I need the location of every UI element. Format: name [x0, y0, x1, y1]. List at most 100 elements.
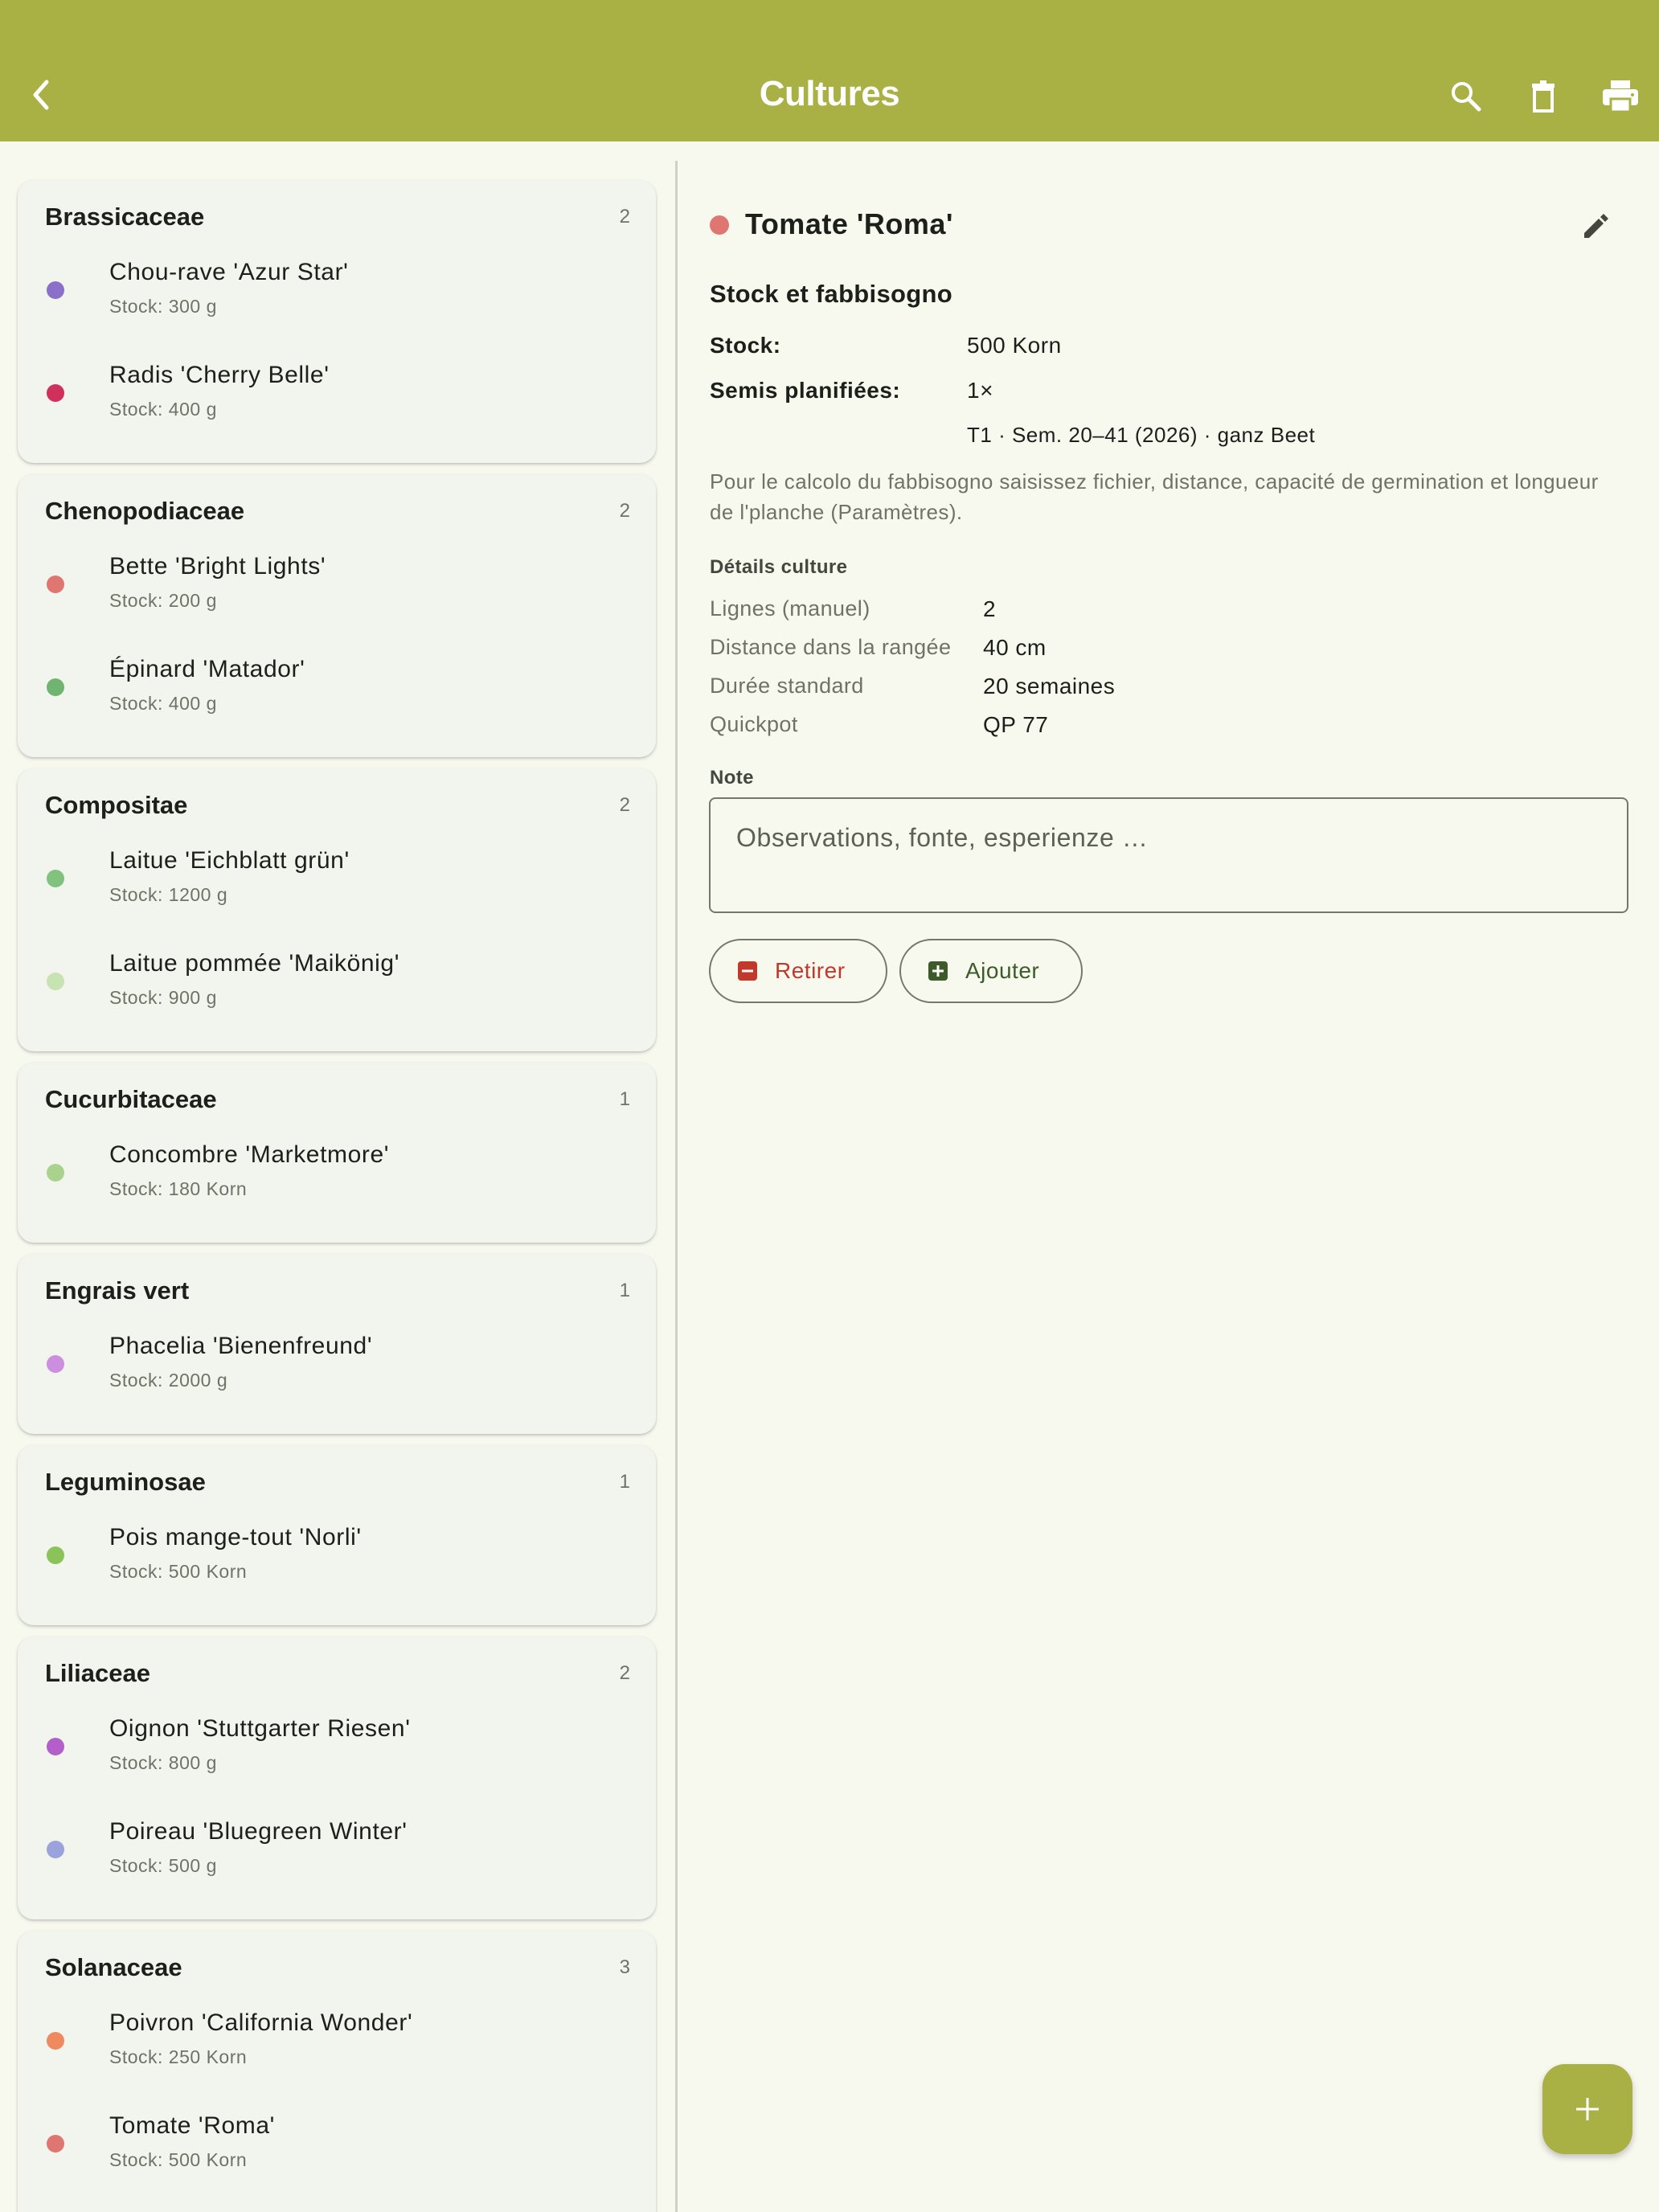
family-count: 2: [619, 794, 630, 816]
note-field[interactable]: Observations, fonte, esperienze …: [709, 797, 1628, 913]
delete-icon[interactable]: [1519, 72, 1567, 121]
crop-list: Brassicaceae 2 Chou-rave 'Azur Star' Stock:…: [0, 141, 675, 2212]
page-title: Cultures: [759, 74, 900, 113]
crop-list-item[interactable]: Poireau 'Bluegreen Winter' Stock: 500 g: [18, 1802, 656, 1905]
family-group-card: Compositae 2 Laitue 'Eichblatt grün' Stock:…: [18, 768, 656, 1051]
add-button[interactable]: Ajouter: [899, 939, 1083, 1003]
add-crop-fab[interactable]: [1542, 2064, 1632, 2154]
crop-list-item[interactable]: Tomate 'Sungold'Stock: 300 Korn: [18, 2199, 656, 2212]
add-label: Ajouter: [965, 958, 1040, 983]
family-count: 3: [619, 1956, 630, 1978]
detail-value: 40 cm: [983, 635, 1047, 660]
crop-list-item[interactable]: Laitue 'Eichblatt grün' Stock: 1200 g: [18, 831, 656, 934]
crop-list-item[interactable]: Tomate 'Roma' Stock: 500 Korn: [18, 2096, 656, 2199]
crop-list-item[interactable]: Radis 'Cherry Belle' Stock: 400 g: [18, 346, 656, 449]
crop-list-item[interactable]: Phacelia 'Bienenfreund' Stock: 2000 g: [18, 1317, 656, 1419]
family-group-card: Cucurbitaceae 1 Concombre 'Marketmore' Stoc…: [18, 1063, 656, 1243]
crop-name: Radis 'Cherry Belle': [109, 362, 330, 388]
crop-color-dot: [47, 973, 64, 990]
crop-stock: Stock: 500 g: [109, 1855, 217, 1876]
crop-stock: Stock: 1200 g: [109, 884, 228, 905]
family-group-card: Liliaceae 2 Oignon 'Stuttgarter Riesen' Sto…: [18, 1636, 656, 1919]
edit-icon[interactable]: [1578, 209, 1613, 244]
crop-name: Phacelia 'Bienenfreund': [109, 1333, 373, 1359]
crop-list-item[interactable]: Oignon 'Stuttgarter Riesen' Stock: 800 g: [18, 1699, 656, 1802]
crop-color-dot: [47, 1546, 64, 1564]
crop-color-dot: [47, 1841, 64, 1858]
crop-stock: Stock: 900 g: [109, 987, 217, 1008]
details-title: Détails culture: [710, 556, 848, 578]
detail-label: Distance dans la rangée: [710, 635, 952, 659]
family-count: 2: [619, 206, 630, 227]
crop-stock: Stock: 2000 g: [109, 1370, 228, 1391]
stock-value: 500 Korn: [967, 333, 1062, 358]
crop-detail-panel: Tomate 'Roma' Stock et fabbisogno Stock:…: [678, 141, 1659, 2212]
crop-name: Laitue pommée 'Maikönig': [109, 950, 400, 977]
crop-title: Tomate 'Roma': [745, 207, 953, 240]
search-icon[interactable]: [1442, 72, 1490, 121]
crop-list-item[interactable]: Poivron 'California Wonder' Stock: 250 Ko…: [18, 1993, 656, 2096]
detail-value: QP 77: [983, 712, 1049, 737]
family-name: Compositae: [45, 791, 188, 819]
remove-button[interactable]: Retirer: [709, 939, 887, 1003]
family-count: 1: [619, 1471, 630, 1493]
crop-name: Chou-rave 'Azur Star': [109, 259, 349, 285]
stock-label: Stock:: [710, 333, 781, 358]
crop-stock: Stock: 180 Korn: [109, 1178, 248, 1199]
crop-name: Laitue 'Eichblatt grün': [109, 847, 350, 874]
crop-stock: Stock: 800 g: [109, 1752, 217, 1773]
crop-color-dot: [47, 678, 64, 696]
crop-name: Pois mange-tout 'Norli': [109, 1524, 362, 1550]
crop-stock: Stock: 400 g: [109, 693, 217, 714]
note-placeholder: Observations, fonte, esperienze …: [736, 823, 1149, 852]
crop-list-item[interactable]: Concombre 'Marketmore' Stock: 180 Korn: [18, 1125, 656, 1228]
crop-stock: Stock: 500 Korn: [109, 2149, 248, 2170]
family-name: Leguminosae: [45, 1468, 206, 1496]
crop-color-dot: [47, 1355, 64, 1373]
family-name: Solanaceae: [45, 1953, 182, 1981]
crop-list-item[interactable]: Épinard 'Matador' Stock: 400 g: [18, 640, 656, 743]
detail-label: Quickpot: [710, 712, 798, 736]
family-name: Engrais vert: [45, 1276, 190, 1305]
print-icon[interactable]: [1596, 72, 1645, 121]
crop-list-item[interactable]: Chou-rave 'Azur Star' Stock: 300 g: [18, 243, 656, 346]
crop-name: Tomate 'Roma': [109, 2112, 275, 2139]
crop-name: Poivron 'California Wonder': [109, 2009, 413, 2036]
crop-color-dot: [47, 576, 64, 593]
family-name: Brassicaceae: [45, 203, 205, 231]
detail-label: Lignes (manuel): [710, 596, 870, 621]
crop-color-dot: [47, 1164, 64, 1182]
section-title: Stock et fabbisogno: [710, 280, 952, 308]
family-group-card: Leguminosae 1 Pois mange-tout 'Norli' Stock…: [18, 1445, 656, 1625]
planned-label: Semis planifiées:: [710, 378, 901, 403]
family-group-card: Engrais vert 1 Phacelia 'Bienenfreund' Stoc…: [18, 1254, 656, 1434]
calculation-hint: Pour le calcolo du fabbisogno saisissez …: [710, 469, 1599, 524]
crop-list-item[interactable]: Bette 'Bright Lights' Stock: 200 g: [18, 537, 656, 640]
family-group-card: Solanaceae 3 Poivron 'California Wonder' St…: [18, 1931, 656, 2212]
detail-label: Durée standard: [710, 674, 864, 698]
family-count: 1: [619, 1088, 630, 1110]
crop-color-dot: [47, 281, 64, 299]
crop-color-dot: [47, 384, 64, 402]
family-count: 2: [619, 500, 630, 522]
crop-stock: Stock: 200 g: [109, 590, 217, 611]
family-name: Cucurbitaceae: [45, 1085, 217, 1113]
add-icon: [928, 961, 948, 981]
crop-list-item[interactable]: Pois mange-tout 'Norli' Stock: 500 Korn: [18, 1508, 656, 1611]
crop-color-dot: [47, 2032, 64, 2050]
crop-color-dot: [47, 2135, 64, 2153]
detail-value: 20 semaines: [983, 674, 1116, 698]
crop-name: Bette 'Bright Lights': [109, 553, 326, 580]
crop-color-dot: [47, 1738, 64, 1755]
remove-icon: [738, 961, 757, 981]
note-label: Note: [710, 767, 754, 789]
crop-stock: Stock: 300 g: [109, 296, 217, 317]
remove-label: Retirer: [775, 958, 846, 983]
planned-value: 1×: [967, 378, 993, 403]
crop-stock: Stock: 500 Korn: [109, 1561, 248, 1582]
crop-color-dot: [710, 215, 729, 235]
crop-name: Oignon 'Stuttgarter Riesen': [109, 1715, 411, 1742]
app-bar: Cultures: [0, 0, 1659, 141]
family-count: 1: [619, 1280, 630, 1301]
crop-list-item[interactable]: Laitue pommée 'Maikönig' Stock: 900 g: [18, 934, 656, 1037]
